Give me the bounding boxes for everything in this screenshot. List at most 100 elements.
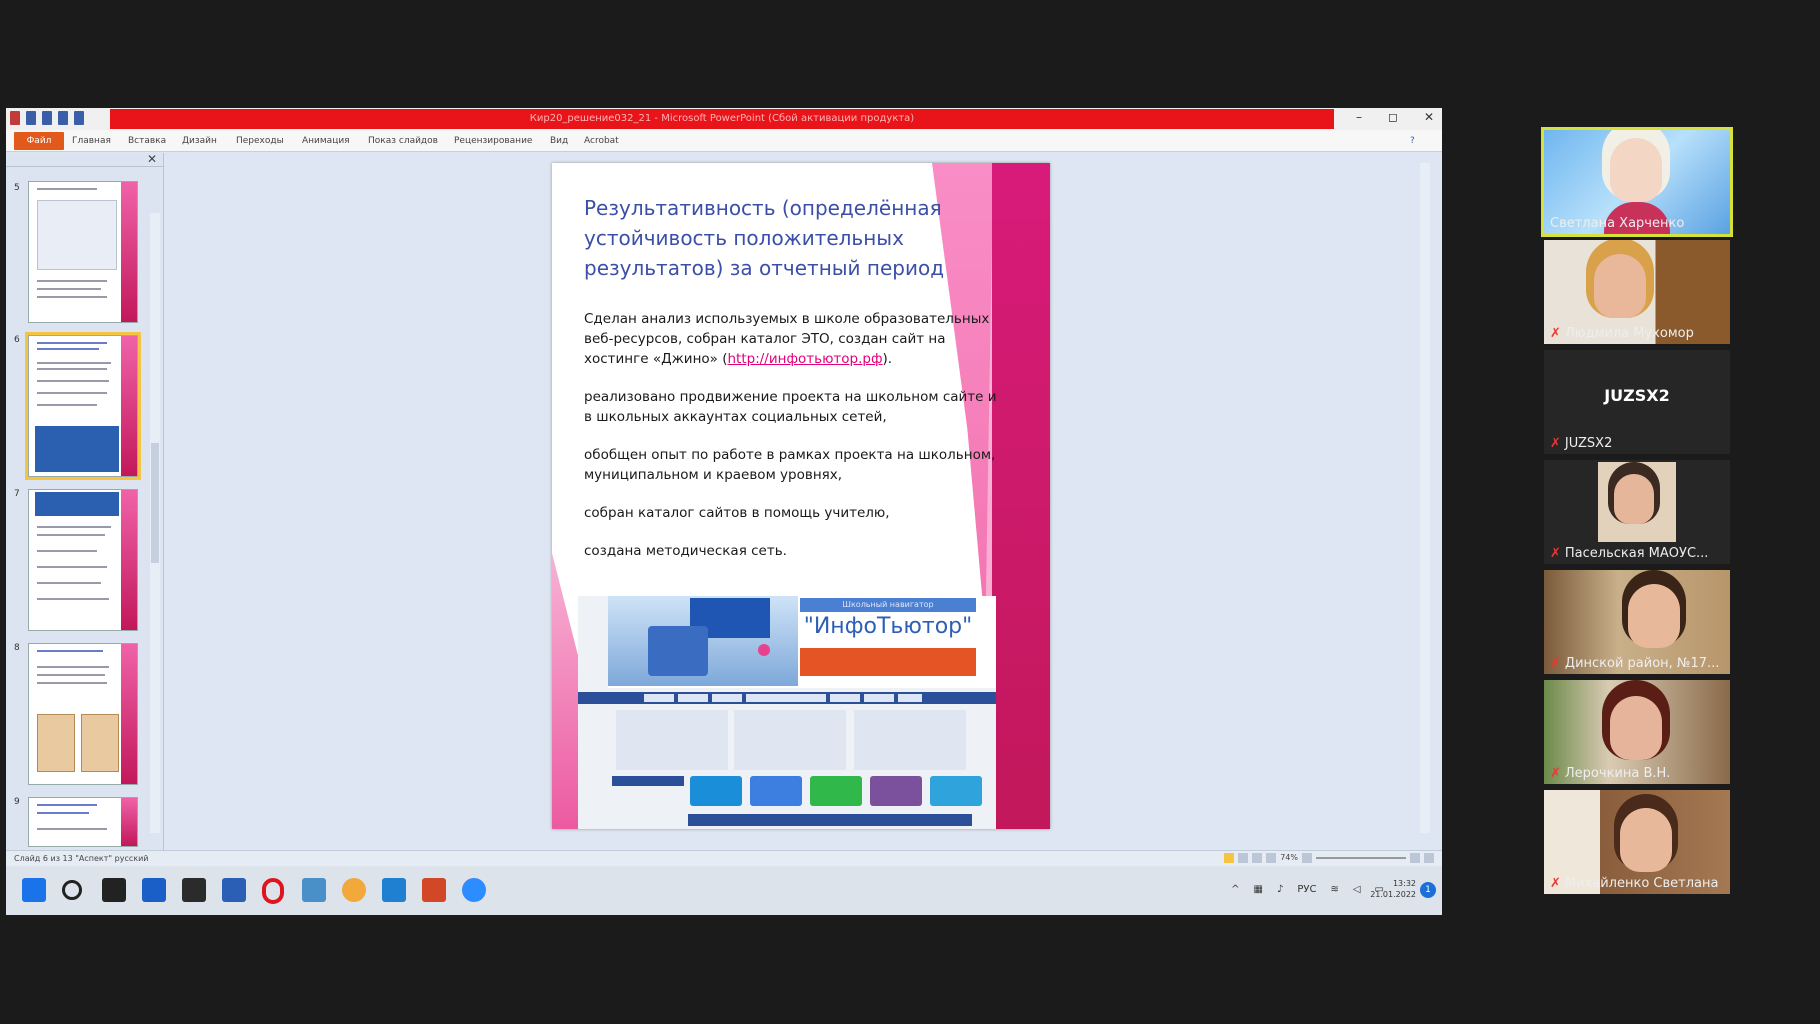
tab-design[interactable]: Дизайн: [182, 133, 217, 149]
reading-view-icon[interactable]: [1252, 853, 1263, 863]
tab-home[interactable]: Главная: [72, 133, 111, 149]
participant-name: Светлана Харченко: [1550, 216, 1685, 231]
slide-thumbnail-7[interactable]: [28, 489, 138, 631]
slide-thumbnail-8[interactable]: [28, 643, 138, 785]
participant-tile[interactable]: ✗ Динской район, №17...: [1544, 570, 1730, 674]
redo-icon[interactable]: [58, 111, 68, 125]
save-icon[interactable]: [26, 111, 36, 125]
wifi-icon[interactable]: ≋: [1330, 884, 1338, 895]
tab-insert[interactable]: Вставка: [128, 133, 166, 149]
language-indicator[interactable]: РУС: [1297, 884, 1316, 895]
windows-taskbar: ^ ▦ ♪ РУС ≋ ◁ ▭ 13:32 21.01.2022 1: [6, 866, 1442, 915]
thumb-number: 6: [14, 335, 20, 345]
close-pane-icon[interactable]: ✕: [147, 152, 157, 166]
slide-scrollbar[interactable]: [1420, 163, 1430, 833]
muted-mic-icon: ✗: [1550, 876, 1561, 891]
powerpoint-logo-icon: [10, 111, 20, 125]
zoom-icon[interactable]: [462, 878, 486, 902]
participant-name: ✗ JUZSX2: [1550, 436, 1613, 451]
slide-paragraph-2: реализовано продвижение проекта на школь…: [584, 389, 997, 425]
normal-view-icon[interactable]: [1224, 853, 1235, 863]
slide-thumbnail-6[interactable]: [25, 332, 141, 480]
thumb-number: 5: [14, 183, 20, 193]
participant-tile[interactable]: JUZSX2 ✗ JUZSX2: [1544, 350, 1730, 454]
system-tray: ^ ▦ ♪ РУС ≋ ◁ ▭: [1231, 884, 1384, 895]
undo-icon[interactable]: [42, 111, 52, 125]
minimize-button[interactable]: –: [1356, 110, 1362, 124]
infotutor-link[interactable]: http://инфотьютор.рф: [727, 351, 882, 367]
chevron-up-icon[interactable]: ^: [1231, 884, 1239, 895]
participant-tile[interactable]: Светлана Харченко: [1541, 127, 1733, 237]
window-title: Кир20_решение032_21 - Microsoft PowerPoi…: [529, 113, 915, 124]
search-icon[interactable]: [62, 880, 82, 900]
thumbnails-scrollbar[interactable]: [150, 213, 160, 833]
participant-name: ✗ Динской район, №17...: [1550, 656, 1720, 671]
thumb-number: 7: [14, 489, 20, 499]
status-bar: Слайд 6 из 13 "Аспект" русский 74%: [6, 850, 1442, 866]
volume-icon[interactable]: ◁: [1353, 884, 1361, 895]
participant-name: ✗ Михайленко Светлана: [1550, 876, 1719, 891]
help-icon[interactable]: ?: [1410, 133, 1415, 149]
slide-thumbnail-5[interactable]: [28, 181, 138, 323]
tab-review[interactable]: Рецензирование: [454, 133, 532, 149]
powerpoint-icon[interactable]: [422, 878, 446, 902]
customize-icon[interactable]: [74, 111, 84, 125]
network-icon[interactable]: ▦: [1254, 884, 1263, 895]
muted-mic-icon: ✗: [1550, 656, 1561, 671]
microphone-icon[interactable]: ♪: [1277, 884, 1283, 895]
sorter-view-icon[interactable]: [1238, 853, 1249, 863]
tab-animation[interactable]: Анимация: [302, 133, 350, 149]
file-explorer-icon[interactable]: [182, 878, 206, 902]
participant-tile[interactable]: ✗ Лерочкина В.Н.: [1544, 680, 1730, 784]
zoom-slider[interactable]: [1316, 857, 1406, 859]
notification-badge[interactable]: 1: [1420, 882, 1436, 898]
zoom-meeting-window: Кир20_решение032_21 - Microsoft PowerPoi…: [0, 0, 1820, 1024]
slide-paragraph-1: Сделан анализ используемых в школе образ…: [584, 311, 990, 367]
participant-tile[interactable]: ✗ Пасельская МАОУС...: [1544, 460, 1730, 564]
tab-transitions[interactable]: Переходы: [236, 133, 284, 149]
word-icon[interactable]: [222, 878, 246, 902]
participant-placeholder-label: JUZSX2: [1604, 386, 1670, 405]
fit-slide-icon[interactable]: [1424, 853, 1434, 863]
participant-name: ✗ Людмила Мухомор: [1550, 326, 1694, 341]
chrome-icon[interactable]: [342, 878, 366, 902]
task-view-icon[interactable]: [102, 878, 126, 902]
clock-date: 21.01.2022: [1370, 890, 1416, 899]
current-slide[interactable]: Результативность (определённая устойчиво…: [552, 163, 1050, 829]
tab-slideshow[interactable]: Показ слайдов: [368, 133, 438, 149]
slideshow-view-icon[interactable]: [1266, 853, 1277, 863]
opera-icon[interactable]: [262, 878, 284, 904]
tab-view[interactable]: Вид: [550, 133, 568, 149]
slide-thumbnail-9[interactable]: [28, 797, 138, 847]
zoom-level[interactable]: 74%: [1280, 853, 1298, 863]
participant-tile[interactable]: ✗ Михайленко Светлана: [1544, 790, 1730, 894]
zoom-in-icon[interactable]: [1410, 853, 1420, 863]
thumbnails-tabs: ✕: [6, 152, 163, 167]
participant-name: ✗ Лерочкина В.Н.: [1550, 766, 1671, 781]
skype-icon: [690, 776, 742, 806]
brand-name: "ИнфоТьютор": [803, 614, 973, 639]
remote-desktop-icon[interactable]: [382, 878, 406, 902]
photos-icon[interactable]: [302, 878, 326, 902]
clock[interactable]: 13:32 21.01.2022: [1370, 878, 1416, 900]
slide-thumbnails-pane: ✕ 5 6 7 8 9: [6, 152, 164, 850]
tab-file[interactable]: Файл: [14, 132, 64, 150]
whatsapp-icon: [810, 776, 862, 806]
tab-acrobat[interactable]: Acrobat: [584, 133, 619, 149]
slide-paragraph-4: собран каталог сайтов в помощь учителю,: [584, 505, 890, 521]
close-button[interactable]: ✕: [1424, 110, 1434, 124]
maximize-button[interactable]: ◻: [1388, 110, 1398, 124]
shared-screen: Кир20_решение032_21 - Microsoft PowerPoi…: [6, 108, 1442, 915]
participant-tile[interactable]: ✗ Людмила Мухомор: [1544, 240, 1730, 344]
slide-paragraph-5: создана методическая сеть.: [584, 543, 787, 559]
muted-mic-icon: ✗: [1550, 436, 1561, 451]
brand-subtitle: Школьный навигатор: [800, 598, 976, 612]
start-icon[interactable]: [22, 878, 46, 902]
slide-paragraph-3: обобщен опыт по работе в рамках проекта …: [584, 447, 996, 483]
zoom-out-icon[interactable]: [1302, 853, 1312, 863]
telegram-icon: [930, 776, 982, 806]
thumb-number: 8: [14, 643, 20, 653]
widgets-icon[interactable]: [142, 878, 166, 902]
slide-title: Результативность (определённая устойчиво…: [584, 196, 945, 280]
participant-name: ✗ Пасельская МАОУС...: [1550, 546, 1709, 561]
